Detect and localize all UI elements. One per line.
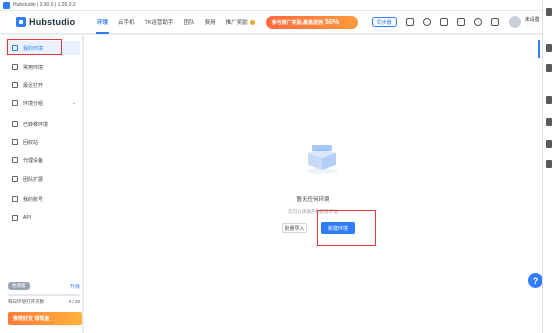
quota-label: 每日环境打开次数 <box>8 299 44 304</box>
help-glyph: ? <box>532 275 539 286</box>
sidebar-item-label: 回收站 <box>23 139 39 146</box>
tab-label: 团队 <box>183 20 195 26</box>
sidebar-item-label: 已转移环境 <box>23 121 49 128</box>
sync-button[interactable]: 同步器 <box>371 17 397 27</box>
edge-icon <box>546 160 552 168</box>
promo-text: 参与推广奖励,最高返佣 <box>271 19 323 26</box>
translate-icon[interactable] <box>456 18 465 26</box>
edge-icon <box>546 44 552 52</box>
sidebar-item-label: 常用环境 <box>23 64 44 71</box>
sidebar-item-team-extensions[interactable]: 团队扩展 <box>6 172 80 186</box>
upgrade-link[interactable]: 升级 <box>70 283 80 290</box>
highlight-box <box>7 39 62 55</box>
promo-percent: 50% <box>325 18 340 26</box>
sidebar-item-transferred[interactable]: 已转移环境 <box>6 117 80 131</box>
sidebar-item-label: 我的账号 <box>23 196 44 203</box>
tab-referral[interactable]: 推广奖励 <box>221 11 260 34</box>
tab-tk-assistant[interactable]: TK运营助手 <box>140 11 179 34</box>
sidebar: 我的环境 常用环境 最近打开 环境分组 ⌄ 已转移环境 回收站 代理设备 团队扩展… <box>0 35 83 333</box>
window-titlebar: Hubstudio | 3.30.0 | 1.26.0.2 <box>0 0 554 11</box>
transfer-icon <box>12 121 18 127</box>
sidebar-item-proxy[interactable]: 代理设备 <box>6 153 80 167</box>
bell-icon[interactable] <box>473 18 482 26</box>
puzzle-icon <box>12 176 18 182</box>
user-menu[interactable]: 未设置 ··· ··· <box>508 16 540 28</box>
avatar <box>508 16 521 28</box>
banner-text: 推荐好友 领现金 <box>13 316 50 322</box>
quota-value: 0 / 20 <box>68 299 80 304</box>
button-label: 批量导入 <box>284 225 305 232</box>
trash-icon <box>12 139 18 145</box>
user-name: 未设置 <box>524 17 540 23</box>
tab-team[interactable]: 团队 <box>179 11 200 34</box>
empty-box-illustration <box>306 145 338 174</box>
quota-panel: 免费版 升级 每日环境打开次数 0 / 20 <box>8 282 80 305</box>
tab-label: TK运营助手 <box>144 20 174 26</box>
folder-icon <box>12 100 18 106</box>
chevron-down-icon: ⌄ <box>71 100 76 106</box>
logo-text: Hubstudio <box>29 17 76 27</box>
sidebar-item-recent[interactable]: 最近打开 <box>6 78 80 92</box>
users-icon <box>12 196 18 202</box>
sidebar-item-label: 团队扩展 <box>23 176 44 183</box>
sync-label: 同步器 <box>376 19 392 26</box>
top-navigation: Hubstudio 环境 云手机 TK运营助手 团队 费用 推广奖励 参与推广奖… <box>0 11 542 34</box>
user-sub: ··· ··· <box>524 23 534 28</box>
tab-cloud-phone[interactable]: 云手机 <box>113 11 140 34</box>
sidebar-item-groups[interactable]: 环境分组 ⌄ <box>6 96 80 110</box>
help-circle-icon[interactable] <box>422 18 431 26</box>
promo-banner[interactable]: 参与推广奖励,最高返佣 50% <box>265 15 358 29</box>
sidebar-item-trash[interactable]: 回收站 <box>6 135 80 149</box>
empty-subtitle: 您可以快速开始新建环境 <box>288 209 338 214</box>
edge-icon <box>546 64 552 72</box>
star-icon <box>12 64 18 70</box>
tab-label: 费用 <box>204 20 216 26</box>
highlight-box <box>317 210 376 246</box>
tab-label: 环境 <box>97 20 109 26</box>
coin-icon <box>249 19 255 25</box>
main-content: 暂无任何环境 您可以快速开始新建环境 批量导入 新建环境 ? <box>84 35 543 333</box>
edge-icon <box>546 96 552 104</box>
app-icon <box>3 1 10 9</box>
proxy-icon <box>12 157 18 163</box>
logo[interactable]: Hubstudio <box>16 17 86 27</box>
help-button[interactable]: ? <box>528 273 543 288</box>
empty-title: 暂无任何环境 <box>296 197 330 203</box>
scrollbar[interactable] <box>538 40 540 58</box>
logo-icon <box>16 17 26 27</box>
edge-icon <box>546 140 552 148</box>
quota-bar <box>8 294 80 296</box>
nav-tabs: 环境 云手机 TK运营助手 团队 费用 推广奖励 <box>92 11 260 34</box>
tab-label: 云手机 <box>118 20 135 26</box>
sidebar-item-label: 环境分组 <box>23 100 44 107</box>
tab-billing[interactable]: 费用 <box>200 11 221 34</box>
edge-icon <box>546 8 552 16</box>
tab-label: 推广奖励 <box>225 20 248 26</box>
download-icon[interactable] <box>405 18 414 26</box>
api-icon <box>12 215 18 221</box>
refresh-icon[interactable] <box>439 18 448 26</box>
plan-badge: 免费版 <box>8 282 30 290</box>
tab-environment[interactable]: 环境 <box>92 11 113 34</box>
referral-banner[interactable]: 推荐好友 领现金 <box>8 312 82 325</box>
edge-icon <box>546 118 552 126</box>
sidebar-item-label: 代理设备 <box>23 157 44 164</box>
window-title: Hubstudio | 3.30.0 | 1.26.0.2 <box>13 2 76 8</box>
clock-icon <box>12 82 18 88</box>
sidebar-item-api[interactable]: API <box>6 211 80 225</box>
settings-icon[interactable] <box>490 18 499 26</box>
sidebar-item-favorites[interactable]: 常用环境 <box>6 60 80 74</box>
sidebar-item-label: 最近打开 <box>23 82 44 89</box>
background-window-edge <box>542 0 554 333</box>
batch-import-button[interactable]: 批量导入 <box>282 223 307 233</box>
sidebar-item-my-account[interactable]: 我的账号 <box>6 192 80 206</box>
sidebar-item-label: API <box>23 215 32 221</box>
